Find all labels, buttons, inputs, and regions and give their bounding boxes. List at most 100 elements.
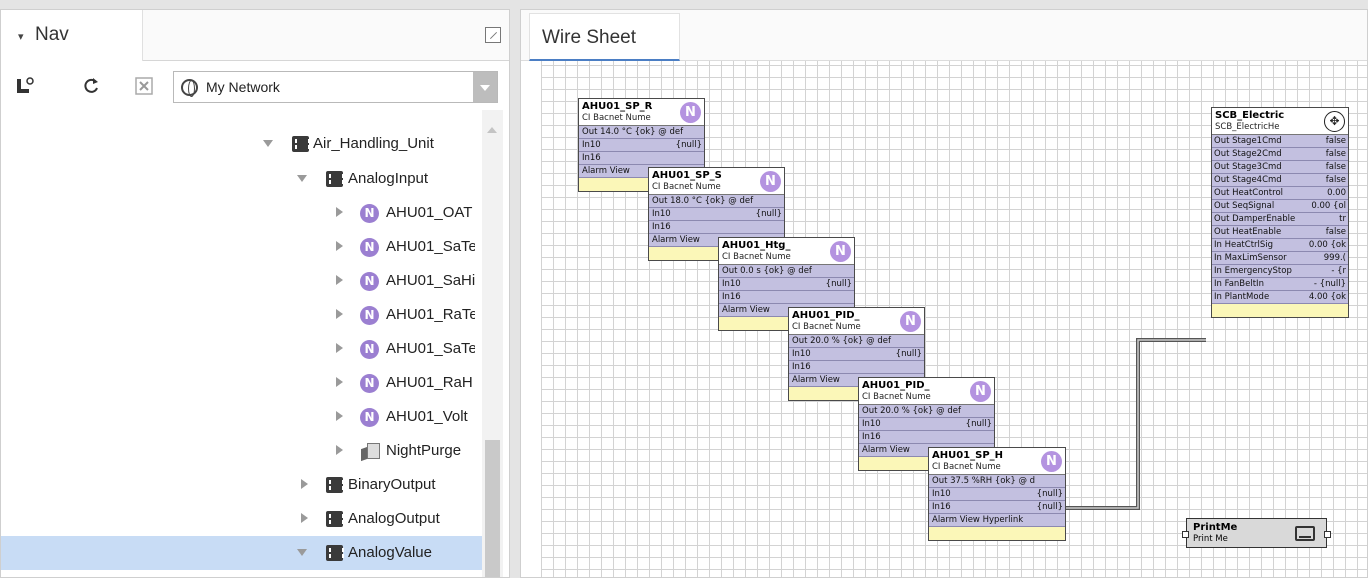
scb-slot[interactable]: In EmergencyStop - {r bbox=[1212, 265, 1348, 278]
tree-item[interactable]: N AHU01_SaTe bbox=[1, 332, 482, 366]
scb-slot[interactable]: Out DamperEnable tr bbox=[1212, 213, 1348, 226]
scb-slot[interactable]: In PlantMode 4.00 {ok bbox=[1212, 291, 1348, 304]
scb-slot[interactable]: Out Stage1Cmd false bbox=[1212, 135, 1348, 148]
collapsed-twisty-icon[interactable] bbox=[336, 241, 343, 251]
scb-slot-value: 999.( bbox=[1323, 253, 1346, 263]
in10-label: In10 bbox=[652, 209, 671, 219]
scb-slot[interactable]: Out SeqSignal 0.00 {ol bbox=[1212, 200, 1348, 213]
expanded-twisty-icon[interactable] bbox=[297, 549, 307, 556]
in16-slot[interactable]: In16 {null} bbox=[929, 501, 1065, 514]
numeric-point-icon: N bbox=[360, 374, 379, 393]
tree-item[interactable]: N AHU01_OAT bbox=[1, 196, 482, 230]
printer-icon bbox=[1295, 526, 1315, 541]
collapsed-twisty-icon[interactable] bbox=[301, 479, 308, 489]
scb-slot[interactable]: Out Stage3Cmd false bbox=[1212, 161, 1348, 174]
tab-wire-sheet[interactable]: Wire Sheet bbox=[529, 13, 680, 61]
scb-slot[interactable]: In HeatCtrlSig 0.00 {ok bbox=[1212, 239, 1348, 252]
chevron-down-icon[interactable] bbox=[473, 72, 497, 102]
expanded-twisty-icon[interactable] bbox=[297, 175, 307, 182]
scb-slot[interactable]: In MaxLimSensor 999.( bbox=[1212, 252, 1348, 265]
tree-item[interactable]: BinaryOutput bbox=[1, 468, 482, 502]
printme-in-port[interactable] bbox=[1182, 531, 1189, 538]
in10-value: {null} bbox=[965, 419, 992, 429]
in10-value: {null} bbox=[825, 279, 852, 289]
scb-electric-block[interactable]: SCB_Electric SCB_ElectricHe ✥ Out Stage1Cmd… bbox=[1211, 107, 1349, 318]
tree-item[interactable]: N AHU01_SaTe bbox=[1, 230, 482, 264]
out-slot[interactable]: Out 18.0 °C {ok} @ def bbox=[649, 195, 784, 208]
nav-menu-caret-icon[interactable]: ▾ bbox=[18, 30, 24, 43]
in10-slot[interactable]: In10 {null} bbox=[929, 488, 1065, 501]
out-slot[interactable]: Out 20.0 % {ok} @ def bbox=[789, 335, 924, 348]
out-slot-value: Out 0.0 s {ok} @ def bbox=[722, 266, 812, 276]
out-slot[interactable]: Out 14.0 °C {ok} @ def bbox=[579, 126, 704, 139]
collapsed-twisty-icon[interactable] bbox=[336, 411, 343, 421]
tree-item[interactable]: NightPurge bbox=[1, 434, 482, 468]
scb-slot[interactable]: Out Stage2Cmd false bbox=[1212, 148, 1348, 161]
out-slot[interactable]: Out 0.0 s {ok} @ def bbox=[719, 265, 854, 278]
tree-item[interactable]: NAHU01_SP_F bbox=[1, 570, 482, 577]
in16-slot[interactable]: In16 bbox=[579, 152, 704, 165]
collapsed-twisty-icon[interactable] bbox=[336, 445, 343, 455]
folder-icon bbox=[326, 511, 344, 527]
tree-item[interactable]: AnalogOutput bbox=[1, 502, 482, 536]
scb-slot-name: Out HeatEnable bbox=[1214, 227, 1282, 237]
out-slot[interactable]: Out 37.5 %RH {ok} @ d bbox=[929, 475, 1065, 488]
alarm-slot[interactable]: Alarm View Hyperlink bbox=[929, 514, 1065, 527]
tree-item[interactable]: N AHU01_SaHi bbox=[1, 264, 482, 298]
tree-item[interactable]: N AHU01_RaH bbox=[1, 366, 482, 400]
scb-slot[interactable]: Out Stage4Cmd false bbox=[1212, 174, 1348, 187]
numeric-block[interactable]: AHU01_SP_H CI Bacnet Nume N Out 37.5 %RH {o… bbox=[928, 447, 1066, 541]
collapsed-twisty-icon[interactable] bbox=[301, 513, 308, 523]
expanded-twisty-icon[interactable] bbox=[263, 140, 273, 147]
block-type: CI Bacnet Nume bbox=[792, 322, 861, 332]
collapsed-twisty-icon[interactable] bbox=[336, 309, 343, 319]
collapsed-twisty-icon[interactable] bbox=[336, 343, 343, 353]
in10-slot[interactable]: In10 {null} bbox=[789, 348, 924, 361]
in16-slot[interactable]: In16 bbox=[719, 291, 854, 304]
tree-item[interactable]: AnalogValue bbox=[1, 536, 482, 570]
in10-value: {null} bbox=[1036, 489, 1063, 499]
in10-label: In10 bbox=[862, 419, 881, 429]
alarm-label: Alarm View Hyperlink bbox=[932, 515, 1024, 525]
refresh-icon[interactable] bbox=[81, 76, 101, 96]
maximize-icon[interactable] bbox=[485, 27, 501, 43]
collapsed-twisty-icon[interactable] bbox=[336, 275, 343, 285]
scrollbar-thumb[interactable] bbox=[485, 440, 500, 577]
in16-slot[interactable]: In16 bbox=[789, 361, 924, 374]
network-select[interactable]: My Network bbox=[173, 71, 498, 103]
in10-slot[interactable]: In10 {null} bbox=[649, 208, 784, 221]
nav-tree: Air_Handling_Unit AnalogInput N AHU01_OAT N A… bbox=[1, 110, 482, 577]
in10-value: {null} bbox=[895, 349, 922, 359]
out-slot[interactable]: Out 20.0 % {ok} @ def bbox=[859, 405, 994, 418]
in10-value: {null} bbox=[675, 140, 702, 150]
scroll-up-icon[interactable] bbox=[487, 127, 497, 133]
printme-block[interactable]: PrintMe Print Me bbox=[1182, 518, 1331, 548]
in16-slot[interactable]: In16 bbox=[649, 221, 784, 234]
component-icon bbox=[360, 442, 380, 461]
sync-tree-icon[interactable] bbox=[15, 76, 35, 96]
in10-slot[interactable]: In10 {null} bbox=[579, 139, 704, 152]
collapsed-twisty-icon[interactable] bbox=[336, 207, 343, 217]
scb-slot[interactable]: Out HeatEnable false bbox=[1212, 226, 1348, 239]
in10-slot[interactable]: In10 {null} bbox=[719, 278, 854, 291]
numeric-point-icon: N bbox=[360, 306, 379, 325]
scb-slot[interactable]: In FanBeltIn - {null} bbox=[1212, 278, 1348, 291]
close-icon[interactable] bbox=[134, 76, 154, 96]
tree-item[interactable]: Air_Handling_Unit bbox=[1, 127, 482, 161]
tree-item[interactable]: N AHU01_RaTe bbox=[1, 298, 482, 332]
network-select-value: My Network bbox=[206, 79, 280, 95]
printme-name: PrintMe bbox=[1193, 522, 1238, 533]
block-type: CI Bacnet Nume bbox=[582, 113, 651, 123]
nav-tab[interactable]: ▾ Nav bbox=[1, 10, 143, 61]
scb-slot[interactable]: Out HeatControl 0.00 bbox=[1212, 187, 1348, 200]
printme-out-port[interactable] bbox=[1324, 531, 1331, 538]
in16-label: In16 bbox=[932, 502, 951, 512]
in16-slot[interactable]: In16 bbox=[859, 431, 994, 444]
tree-item[interactable]: AnalogInput bbox=[1, 162, 482, 196]
block-name: AHU01_PID_ bbox=[862, 380, 930, 391]
numeric-point-icon: N bbox=[360, 408, 379, 427]
tree-item[interactable]: N AHU01_Volt bbox=[1, 400, 482, 434]
numeric-point-icon: N bbox=[360, 340, 379, 359]
collapsed-twisty-icon[interactable] bbox=[336, 377, 343, 387]
in10-slot[interactable]: In10 {null} bbox=[859, 418, 994, 431]
